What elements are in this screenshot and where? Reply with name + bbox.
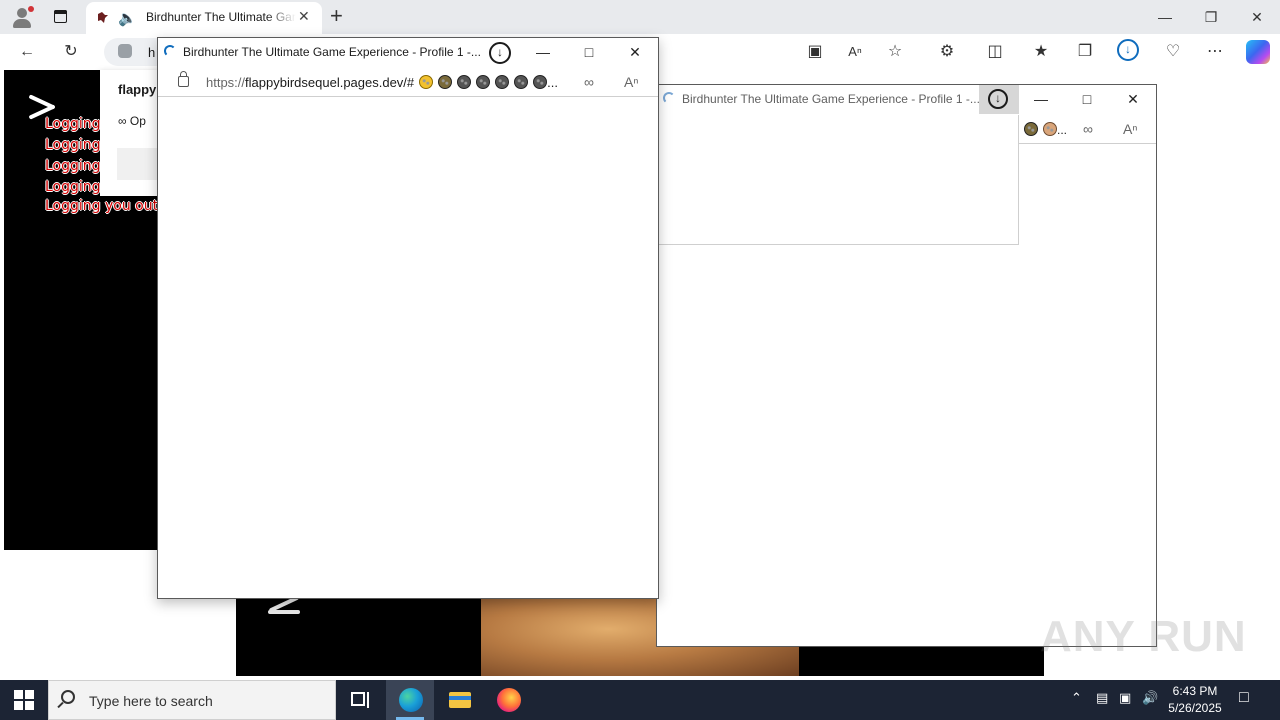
volume-icon[interactable]: 🔊 [1142, 690, 1158, 706]
popup-address-bar[interactable]: https://flappybirdsequel.pages.dev/#... … [158, 68, 658, 97]
download-button[interactable]: ↓ [979, 85, 1019, 114]
split-screen-icon[interactable]: ◫ [982, 39, 1008, 65]
immersive-reader-icon[interactable]: ∞ [1083, 121, 1093, 137]
taskbar-search-box[interactable]: Type here to search [48, 680, 336, 720]
collections-icon[interactable]: ❐ [1072, 39, 1098, 65]
window-close-icon[interactable]: ✕ [1234, 4, 1280, 30]
popup-titlebar[interactable]: Birdhunter The Ultimate Game Experience … [158, 38, 658, 67]
logout-message: Logging [45, 116, 101, 132]
url-protocol: https:// [206, 75, 246, 90]
favorites-icon[interactable]: ★ [1028, 39, 1054, 65]
popup-url[interactable]: https://flappybirdsequel.pages.dev/#... [206, 75, 558, 90]
lock-icon [118, 44, 132, 58]
dropdown-button[interactable] [117, 148, 158, 180]
lock-icon [178, 71, 189, 87]
watermark-logo: ANY RUN [1040, 612, 1247, 661]
popup-inner-dialog [657, 115, 1019, 245]
download-icon[interactable]: ↓ [489, 42, 511, 64]
popup-minimize-icon[interactable]: — [525, 40, 561, 64]
clock-date: 5/26/2025 [1168, 701, 1222, 715]
windows-start-icon[interactable] [14, 690, 34, 710]
logout-message: Logging [45, 137, 101, 153]
more-menu-icon[interactable]: ⋯ [1202, 39, 1228, 65]
popup-window-back[interactable]: Birdhunter The Ultimate Game Experience … [656, 84, 1157, 647]
address-text: h [148, 45, 156, 60]
popup-maximize-icon[interactable]: □ [1069, 87, 1105, 111]
search-icon [61, 690, 75, 704]
clock-time: 6:43 PM [1172, 684, 1218, 698]
emoji-icon [476, 75, 491, 89]
site-info-dropdown: flappy ∞ Op [100, 70, 158, 196]
emoji-icon [1024, 122, 1038, 136]
url-ellipsis: ... [547, 75, 558, 90]
minimize-icon[interactable]: — [1142, 4, 1188, 30]
address-bar[interactable]: h [104, 38, 164, 66]
loading-spinner-icon [663, 92, 675, 104]
speaker-icon[interactable]: 🔈 [118, 9, 137, 27]
capcut-logo-icon [266, 598, 302, 616]
dropdown-open-item[interactable]: ∞ Op [118, 114, 146, 128]
logout-message: Logging [45, 179, 101, 195]
emoji-icon [1043, 122, 1057, 136]
logout-message-full: Logging you out [45, 198, 159, 214]
browser-tab-strip: 🔈 Birdhunter The Ultimate Game Experienc… [0, 0, 1280, 34]
popup-blocked-icon[interactable]: ▣ [802, 39, 828, 65]
url-host: flappybirdsequel.pages.dev/# [245, 75, 415, 90]
new-tab-icon[interactable]: + [330, 3, 343, 29]
task-view-icon[interactable] [336, 680, 384, 720]
popup-title: Birdhunter The Ultimate Game Experience … [183, 45, 481, 59]
network-icon[interactable]: ▣ [1119, 690, 1131, 706]
immersive-reader-icon[interactable]: ∞ [584, 74, 594, 90]
emoji-icon [495, 75, 510, 89]
edge-taskbar-icon[interactable] [386, 680, 434, 720]
popup-minimize-icon[interactable]: — [1023, 87, 1059, 111]
popup-window-front[interactable]: Birdhunter The Ultimate Game Experience … [157, 37, 659, 599]
bird-favicon-icon [98, 12, 108, 23]
browser-essentials-icon[interactable]: ♡ [1160, 39, 1186, 65]
tab-close-icon[interactable]: ✕ [298, 8, 310, 25]
firefox-icon[interactable] [484, 680, 532, 720]
tab-title: Birdhunter The Ultimate Game Experience … [146, 10, 296, 24]
dropdown-title: flappy [118, 82, 157, 97]
popup-close-icon[interactable]: ✕ [1115, 87, 1151, 111]
tray-device-icon[interactable]: ▤ [1096, 690, 1108, 706]
read-aloud-icon[interactable]: Aⁿ [1123, 121, 1137, 137]
read-aloud-icon[interactable]: Aⁿ [624, 74, 638, 90]
browser-tab[interactable]: 🔈 Birdhunter The Ultimate Game Experienc… [86, 2, 322, 34]
emoji-icon [419, 75, 434, 89]
emoji-icon [438, 75, 453, 89]
profile-icon[interactable] [8, 4, 36, 30]
emoji-icon [533, 75, 548, 89]
logout-message: Logging [45, 158, 101, 174]
notifications-icon[interactable]: □ [1239, 689, 1249, 707]
dropdown-open-label: Op [129, 114, 146, 128]
restore-icon[interactable]: ❐ [1188, 4, 1234, 30]
search-placeholder: Type here to search [89, 693, 213, 709]
popup-title: Birdhunter The Ultimate Game Experience … [682, 92, 980, 106]
refresh-icon[interactable]: ↻ [58, 39, 84, 65]
popup-maximize-icon[interactable]: □ [571, 40, 607, 64]
copilot-icon[interactable] [1246, 40, 1270, 64]
tray-chevron-up-icon[interactable]: ⌃ [1071, 690, 1082, 706]
extensions-icon[interactable]: ⚙ [934, 39, 960, 65]
popup-close-icon[interactable]: ✕ [617, 40, 653, 64]
emoji-icon [457, 75, 472, 89]
emoji-icon [514, 75, 529, 89]
taskbar-clock[interactable]: 6:43 PM 5/26/2025 [1160, 683, 1230, 717]
back-icon[interactable]: ← [14, 39, 40, 65]
favorite-star-icon[interactable]: ☆ [882, 39, 908, 65]
read-aloud-icon[interactable]: Aⁿ [842, 39, 868, 65]
loading-spinner-icon [164, 45, 176, 57]
tab-actions-icon[interactable] [48, 5, 72, 29]
popup-titlebar[interactable]: Birdhunter The Ultimate Game Experience … [657, 85, 1156, 114]
download-icon: ↓ [988, 89, 1008, 109]
taskbar: Type here to search ⌃ ▤ ▣ 🔊 6:43 PM 5/26… [0, 680, 1280, 720]
download-icon[interactable]: ↓ [1117, 39, 1139, 61]
file-explorer-icon[interactable] [436, 680, 484, 720]
url-ellipsis: ... [1057, 123, 1068, 137]
